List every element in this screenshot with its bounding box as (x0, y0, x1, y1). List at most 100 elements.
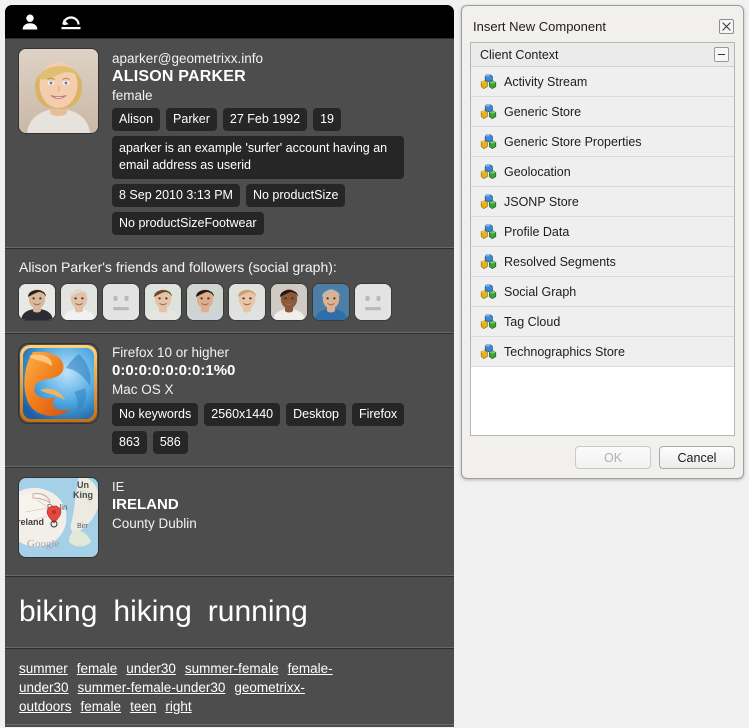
segments-list: summer female under30 summer-female female-u… (19, 659, 440, 716)
tag-cloud-section: biking hiking running (5, 576, 454, 648)
profile-chip-row-3: No productSizeFootwear (112, 212, 440, 235)
component-list-item[interactable]: Generic Store Properties (471, 127, 734, 157)
technographics-ip: 0:0:0:0:0:0:0:1%0 (112, 362, 236, 379)
component-list-item[interactable]: Technographics Store (471, 337, 734, 367)
geo-region: County Dublin (112, 516, 197, 531)
technographics-chip: Firefox (351, 403, 405, 426)
profile-chip: Alison (112, 108, 161, 131)
profile-gender: female (112, 88, 153, 103)
friend-avatar-2[interactable] (61, 284, 97, 320)
profile-chip: No productSize (245, 184, 346, 207)
component-list-item[interactable]: Activity Stream (471, 67, 734, 97)
segment-link[interactable]: teen (130, 699, 156, 714)
technographics-os: Mac OS X (112, 382, 174, 397)
component-cube-icon (480, 223, 497, 240)
component-list-item-label: Technographics Store (504, 344, 625, 359)
component-list-item[interactable]: Tag Cloud (471, 307, 734, 337)
dialog-titlebar: Insert New Component (470, 14, 735, 38)
friend-avatar-3[interactable] (103, 284, 139, 320)
reset-icon[interactable] (58, 11, 84, 33)
svg-text:reland: reland (19, 517, 44, 527)
component-list-item[interactable]: Social Graph (471, 277, 734, 307)
user-icon[interactable] (17, 11, 43, 33)
map-thumbnail: Un King Du lin reland Birr Google (19, 478, 98, 557)
friend-avatar-1[interactable] (19, 284, 55, 320)
svg-text:Un: Un (77, 480, 89, 490)
component-cube-icon (480, 103, 497, 120)
dialog-body: Client Context Activity Stream Generic St… (470, 42, 735, 436)
component-list-item-label: Social Graph (504, 284, 577, 299)
cancel-button[interactable]: Cancel (659, 446, 735, 469)
segment-link[interactable]: female (81, 699, 122, 714)
tag-cloud-item[interactable]: running (208, 593, 308, 631)
component-list-item-label: Geolocation (504, 164, 571, 179)
social-graph-section: Alison Parker's friends and followers (s… (5, 248, 454, 333)
profile-chip: 27 Feb 1992 (222, 108, 308, 131)
component-cube-icon (480, 193, 497, 210)
profile-email: aparker@geometrixx.info (112, 51, 264, 66)
svg-text:King: King (73, 490, 93, 500)
component-list-item[interactable]: JSONP Store (471, 187, 734, 217)
friend-avatar-9[interactable] (355, 284, 391, 320)
profile-chip: No productSizeFootwear (112, 212, 264, 235)
geo-country: IRELAND (112, 496, 179, 513)
technographics-chip: 586 (152, 431, 188, 454)
dropzone-wrapper: Drag components or assets here (5, 725, 454, 727)
svg-text:Google: Google (27, 538, 60, 550)
segment-link[interactable]: right (165, 699, 191, 714)
component-list-item[interactable]: Resolved Segments (471, 247, 734, 277)
segment-link[interactable]: under30 (126, 661, 176, 676)
profile-chip: 19 (313, 108, 341, 131)
tag-cloud-item[interactable]: biking (19, 593, 97, 631)
segment-link[interactable]: summer-female (185, 661, 279, 676)
friend-avatar-7[interactable] (271, 284, 307, 320)
technographics-chip: No keywords (112, 403, 199, 426)
friend-avatar-4[interactable] (145, 284, 181, 320)
profile-data-section: aparker@geometrixx.info ALISON PARKER fe… (5, 38, 454, 248)
profile-chip-row-2: 8 Sep 2010 3:13 PM No productSize (112, 184, 440, 207)
friend-avatar-8[interactable] (313, 284, 349, 320)
component-cube-icon (480, 313, 497, 330)
component-list-item-label: Generic Store Properties (504, 134, 642, 149)
ok-button[interactable]: OK (575, 446, 651, 469)
profile-chip: Parker (166, 108, 217, 131)
group-header-client-context[interactable]: Client Context (471, 43, 734, 67)
resolved-segments-section: summer female under30 summer-female female-u… (5, 648, 454, 725)
component-list-item-label: Activity Stream (504, 74, 588, 89)
component-cube-icon (480, 163, 497, 180)
segment-link[interactable]: summer (19, 661, 68, 676)
technographics-section: Firefox 10 or higher 0:0:0:0:0:0:0:1%0 M… (5, 333, 454, 467)
close-icon[interactable] (719, 18, 734, 34)
segment-link[interactable]: female (77, 661, 118, 676)
social-graph-friends (19, 284, 440, 320)
component-list-item-label: Resolved Segments (504, 254, 616, 269)
tag-cloud-item[interactable]: hiking (113, 593, 191, 631)
group-title: Client Context (480, 47, 559, 62)
component-list-item-label: Profile Data (504, 224, 570, 239)
component-cube-icon (480, 253, 497, 270)
screen: aparker@geometrixx.info ALISON PARKER fe… (0, 0, 749, 728)
firefox-icon (19, 344, 98, 423)
profile-chip-row-1: Alison Parker 27 Feb 1992 19 (112, 108, 440, 131)
component-list-item[interactable]: Geolocation (471, 157, 734, 187)
client-context-toolbar (5, 5, 454, 38)
profile-name: ALISON PARKER (112, 68, 246, 85)
friend-avatar-6[interactable] (229, 284, 265, 320)
technographics-chip: 2560x1440 (204, 403, 281, 426)
technographics-chip-row-2: 863 586 (112, 431, 440, 454)
component-cube-icon (480, 73, 497, 90)
component-list-item[interactable]: Generic Store (471, 97, 734, 127)
profile-avatar (19, 49, 98, 133)
friend-avatar-5[interactable] (187, 284, 223, 320)
social-graph-title: Alison Parker's friends and followers (s… (19, 259, 337, 275)
component-list-item-label: JSONP Store (504, 194, 579, 209)
profile-chip: 8 Sep 2010 3:13 PM (112, 184, 240, 207)
segment-link[interactable]: summer-female-under30 (78, 680, 226, 695)
geo-country-code: IE (112, 479, 125, 494)
technographics-chip: Desktop (286, 403, 346, 426)
dialog-footer: OK Cancel (470, 436, 735, 470)
technographics-chip-row-1: No keywords 2560x1440 Desktop Firefox (112, 403, 440, 426)
component-list-item[interactable]: Profile Data (471, 217, 734, 247)
collapse-icon[interactable] (714, 47, 729, 62)
component-cube-icon (480, 283, 497, 300)
